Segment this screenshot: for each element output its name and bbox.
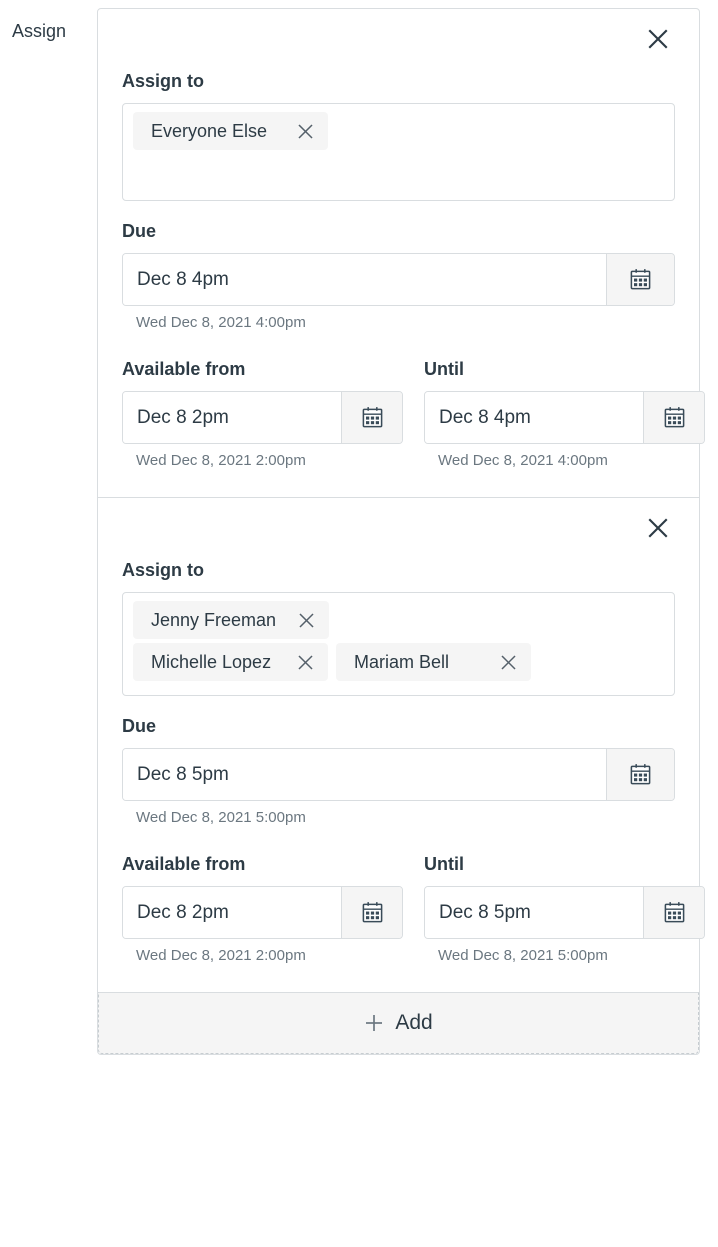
assignee-pill[interactable]: Jenny Freeman [133,601,330,639]
until-input-group [424,391,705,444]
assign-to-label: Assign to [122,71,205,91]
available-from-label: Available from [122,359,246,379]
until-label: Until [424,359,464,379]
add-override-label: Add [395,1011,433,1034]
calendar-icon [630,269,651,290]
override-header [122,9,675,69]
close-override-button[interactable] [641,511,675,545]
assignee-pill-label: Jenny Freeman [151,610,277,630]
until-helper-text: Wed Dec 8, 2021 4:00pm [438,452,608,469]
assignee-pill-label: Everyone Else [151,121,268,141]
due-calendar-button[interactable] [606,254,674,305]
close-icon [501,654,516,670]
plus-icon [366,1015,383,1031]
available-from-input-group [122,886,403,939]
assignee-pill[interactable]: Mariam Bell [336,643,531,681]
assignee-pill[interactable]: Michelle Lopez [133,643,328,681]
add-override-inner: Add [364,1011,433,1035]
available-from-label: Available from [122,854,246,874]
available-from-calendar-button[interactable] [341,392,402,443]
pill-row: Michelle Lopez Mariam Bell [133,643,664,681]
available-from-helper-text: Wed Dec 8, 2021 2:00pm [136,947,306,964]
due-input-group [122,253,675,306]
override-row: Assign to Jenny Freeman Michelle Lopez M… [98,497,705,992]
pill-row: Everyone Else [133,112,664,150]
assignee-pill[interactable]: Everyone Else [133,112,328,150]
calendar-icon [362,407,382,428]
available-from-field: Available from Dec 8 2pm Wed Dec 8, 2021… [122,852,403,966]
close-icon [299,612,314,628]
add-override-button[interactable]: Add [98,992,699,1054]
due-label: Due [122,716,157,736]
calendar-icon [664,407,684,428]
availability-row: Available from Dec 8 2pm Wed Dec 8, 2021… [122,357,705,471]
available-from-field: Available from Dec 8 2pm Wed Dec 8, 2021… [122,357,403,471]
override-row: Assign to Everyone Else Due Dec 8 4pm We… [98,9,705,497]
assignee-pill-label: Mariam Bell [354,652,450,672]
availability-row: Available from Dec 8 2pm Wed Dec 8, 2021… [122,852,705,966]
close-icon [648,29,668,49]
until-calendar-button[interactable] [643,887,704,938]
pill-row: Jenny Freeman [133,601,664,639]
assignee-pill-label: Michelle Lopez [151,652,272,672]
close-icon [298,123,313,139]
calendar-icon [630,764,651,785]
due-field: Due [122,714,675,828]
due-calendar-button[interactable] [606,749,674,800]
available-from-calendar-button[interactable] [341,887,402,938]
close-icon [648,518,668,538]
calendar-icon [362,902,382,923]
available-from-input[interactable] [123,887,341,938]
available-from-helper-text: Wed Dec 8, 2021 2:00pm [136,452,306,469]
until-input[interactable] [425,887,643,938]
assign-panel: Assign Assign to Everyone Else Due Dec 8… [0,0,718,1247]
due-field: Due [122,219,675,333]
available-from-input[interactable] [123,392,341,443]
calendar-icon [664,902,684,923]
remove-assignee-button[interactable] [298,612,315,629]
assign-to-token-input[interactable]: Everyone Else [122,103,675,201]
due-label: Due [122,221,157,241]
until-field: Until [424,852,705,966]
until-input-group [424,886,705,939]
assignment-overrides-card: Assign to Everyone Else Due Dec 8 4pm We… [97,8,705,1055]
close-icon [298,654,313,670]
due-date-input[interactable] [123,749,606,800]
available-from-input-group [122,391,403,444]
until-label: Until [424,854,464,874]
remove-assignee-button[interactable] [297,654,314,671]
due-date-input[interactable] [123,254,606,305]
remove-assignee-button[interactable] [500,654,517,671]
until-calendar-button[interactable] [643,392,704,443]
due-helper-text: Wed Dec 8, 2021 4:00pm [136,314,306,331]
assign-to-label: Assign to [122,560,205,580]
close-override-button[interactable] [641,22,675,56]
assign-section-label: Assign [12,21,67,41]
remove-assignee-button[interactable] [297,123,314,140]
until-helper-text: Wed Dec 8, 2021 5:00pm [438,947,608,964]
override-header [122,498,675,558]
assign-to-token-input[interactable]: Jenny Freeman Michelle Lopez Mariam Bell [122,592,675,696]
until-field: Until [424,357,705,471]
until-input[interactable] [425,392,643,443]
due-input-group [122,748,675,801]
due-helper-text: Wed Dec 8, 2021 5:00pm [136,809,306,826]
